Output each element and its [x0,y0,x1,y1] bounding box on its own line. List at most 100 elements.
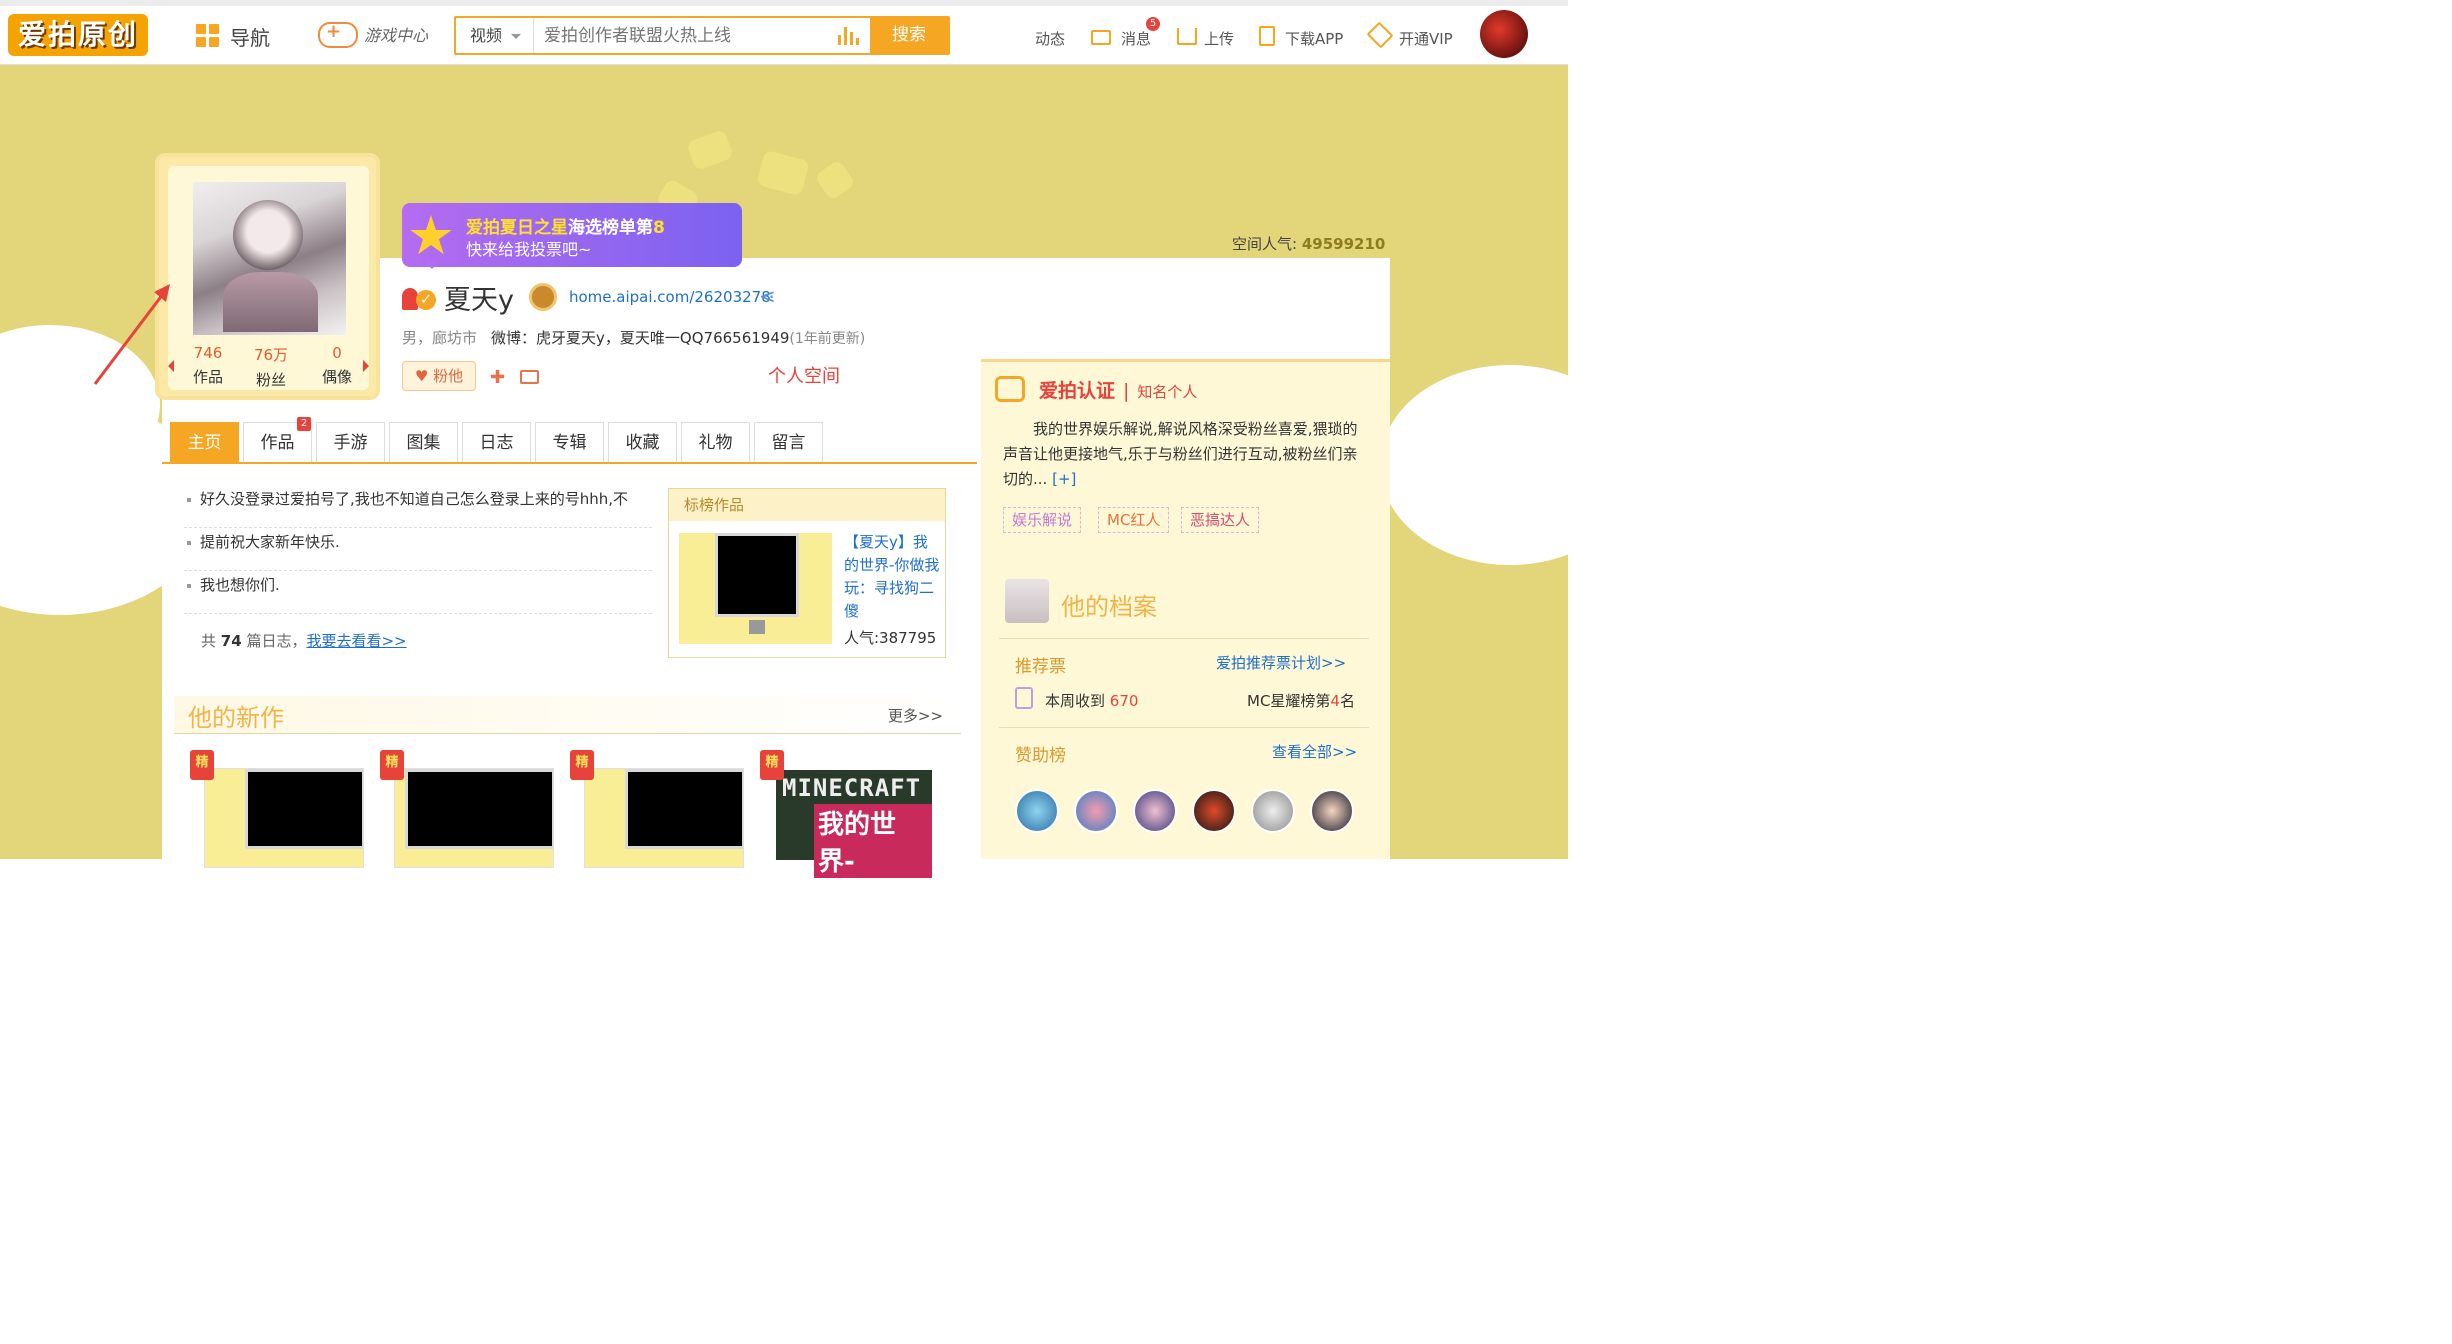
ranked-work-thumbnail[interactable] [679,533,832,644]
notice-highlight: 爱拍夏日之星 [466,218,568,238]
tab-home[interactable]: 主页 [170,422,239,462]
sponsor-avatar[interactable] [1310,789,1354,833]
new-works-header: 他的新作 更多>> [174,696,961,734]
phone-icon[interactable] [1259,26,1275,46]
search-input[interactable] [544,22,834,49]
notice-line-1: 爱拍夏日之星海选榜单第8 [466,213,665,238]
download-app-link[interactable]: 下载APP [1285,28,1343,49]
banner-deco-shape [814,159,856,201]
profile-archive-panel: 他的档案 推荐票 爱拍推荐票计划>> 本周收到 670 MC星耀榜第4名 赞助榜… [981,557,1390,859]
divider [999,638,1369,639]
archive-title: 他的档案 [1061,593,1157,621]
upload-icon[interactable] [1177,28,1197,45]
sponsor-avatar[interactable] [1074,789,1118,833]
tabs-underline [162,462,977,464]
certification-header: 爱拍认证 | 知名个人 [1039,376,1197,403]
featured-ribbon-icon: 精 [380,750,404,780]
send-message-icon[interactable] [520,370,539,384]
upload-link[interactable]: 上传 [1204,28,1234,49]
fans-label: 粉丝 [255,371,286,389]
gamepad-icon[interactable] [318,21,358,48]
site-logo[interactable]: 爱拍原创 [8,14,148,56]
nav-grid-icon[interactable] [196,24,220,48]
gender-city: 男，廊坊市 [402,329,478,347]
ranked-work-panel: 标榜作品 【夏天y】我的世界-你做我玩：寻找狗二傻 人气:387795 [668,488,946,658]
medal-icon[interactable] [529,283,557,311]
journal-item[interactable]: 我也想你们. [184,570,652,614]
follow-label: 粉他 [433,367,464,385]
open-vip-link[interactable]: 开通VIP [1399,28,1453,49]
home-url-link[interactable]: home.aipai.com/26203278 [569,288,771,306]
tab-favorites[interactable]: 收藏 [608,422,677,462]
minecraft-subtitle-text: 我的世界- [814,804,932,878]
sponsor-avatar[interactable] [1015,789,1059,833]
tab-works[interactable]: 作品 2 [243,417,312,462]
weibo-label: 微博： [491,329,537,347]
mail-icon[interactable] [1091,30,1111,45]
search-button[interactable]: 搜索 [870,18,948,53]
search-category-select[interactable]: 视频 [456,18,534,53]
user-name: 夏天y [444,285,514,316]
game-center-link[interactable]: 游戏中心 [364,22,428,46]
sponsor-avatar[interactable] [1192,789,1236,833]
personal-space-annotation: 个人空间 [768,366,840,387]
featured-ribbon-icon: 精 [760,750,784,780]
weibo-text: 虎牙夏天y，夏天唯一QQ766561949 [536,329,790,347]
weibo-updated: (1年前更新) [789,331,866,347]
profile-photo[interactable] [193,182,346,335]
fans-stat[interactable]: 76万 粉丝 [243,344,299,390]
user-avatar[interactable] [1480,10,1528,58]
idols-label: 偶像 [321,368,352,386]
weekly-received: 本周收到 670 [1045,690,1138,711]
new-work-thumbnail[interactable] [204,768,364,868]
tab-mobile-games[interactable]: 手游 [316,422,385,462]
ticket-icon [1015,687,1033,709]
window-top-edge [0,0,1568,6]
tab-gifts[interactable]: 礼物 [681,422,750,462]
certification-level: 知名个人 [1137,383,1198,401]
sponsor-view-all-link[interactable]: 查看全部>> [1272,741,1357,762]
tag-entertainment-commentary[interactable]: 娱乐解说 [1003,507,1082,533]
share-icon[interactable]: ⋖ [759,284,776,308]
space-popularity-label: 空间人气: [1232,235,1298,253]
bar-chart-icon[interactable] [838,27,860,45]
search-box: 视频 搜索 [454,16,950,55]
banner-deco-shape [686,129,734,171]
journal-item[interactable]: 好久没登录过爱拍号了,我也不知道自己怎么登录上来的号hhh,不 [184,484,652,528]
certification-separator: | [1123,380,1130,402]
tag-mc-star[interactable]: MC红人 [1098,507,1170,533]
dynamic-link[interactable]: 动态 [1035,28,1065,49]
new-works-more-link[interactable]: 更多>> [888,705,943,726]
monitor-shape [715,533,799,617]
journal-item[interactable]: 提前祝大家新年快乐. [184,527,652,571]
follow-button[interactable]: ♥ 粉他 [402,361,476,391]
new-work-thumbnail[interactable] [584,768,744,868]
sponsor-avatar[interactable] [1251,789,1295,833]
expand-description-link[interactable]: [+] [1052,470,1076,488]
summer-star-notice[interactable]: ★ 爱拍夏日之星海选榜单第8 快来给我投票吧~ [402,203,742,269]
messages-link[interactable]: 消息 [1121,28,1151,49]
featured-ribbon-icon: 精 [570,750,594,780]
nav-menu-label[interactable]: 导航 [230,22,270,51]
certified-check-icon [995,376,1025,402]
tab-albums[interactable]: 专辑 [535,422,604,462]
notice-rank: 8 [653,218,665,238]
tag-prank-expert[interactable]: 恶搞达人 [1181,507,1260,533]
tab-messages[interactable]: 留言 [754,422,823,462]
new-work-thumbnail[interactable]: MINECRAFT 我的世界- [776,770,932,878]
messages-badge: 5 [1146,17,1160,31]
tab-gallery[interactable]: 图集 [389,422,458,462]
archive-avatar [1005,579,1049,623]
tab-journal[interactable]: 日志 [462,422,531,462]
ranked-work-title[interactable]: 【夏天y】我的世界-你做我玩：寻找狗二傻 [844,531,942,623]
ranked-work-header: 标榜作品 [669,489,945,521]
new-work-thumbnail[interactable] [394,768,554,868]
add-friend-icon[interactable]: ✚ [490,367,510,388]
banner-deco-shape [756,149,810,197]
diamond-icon[interactable] [1366,21,1394,49]
mc-rank: MC星耀榜第4名 [1247,690,1355,711]
sponsor-avatar[interactable] [1133,789,1177,833]
view-journal-link[interactable]: 我要去看看>> [306,632,406,650]
recommend-plan-link[interactable]: 爱拍推荐票计划>> [1216,652,1346,673]
idols-stat[interactable]: 0 偶像 [309,344,365,387]
